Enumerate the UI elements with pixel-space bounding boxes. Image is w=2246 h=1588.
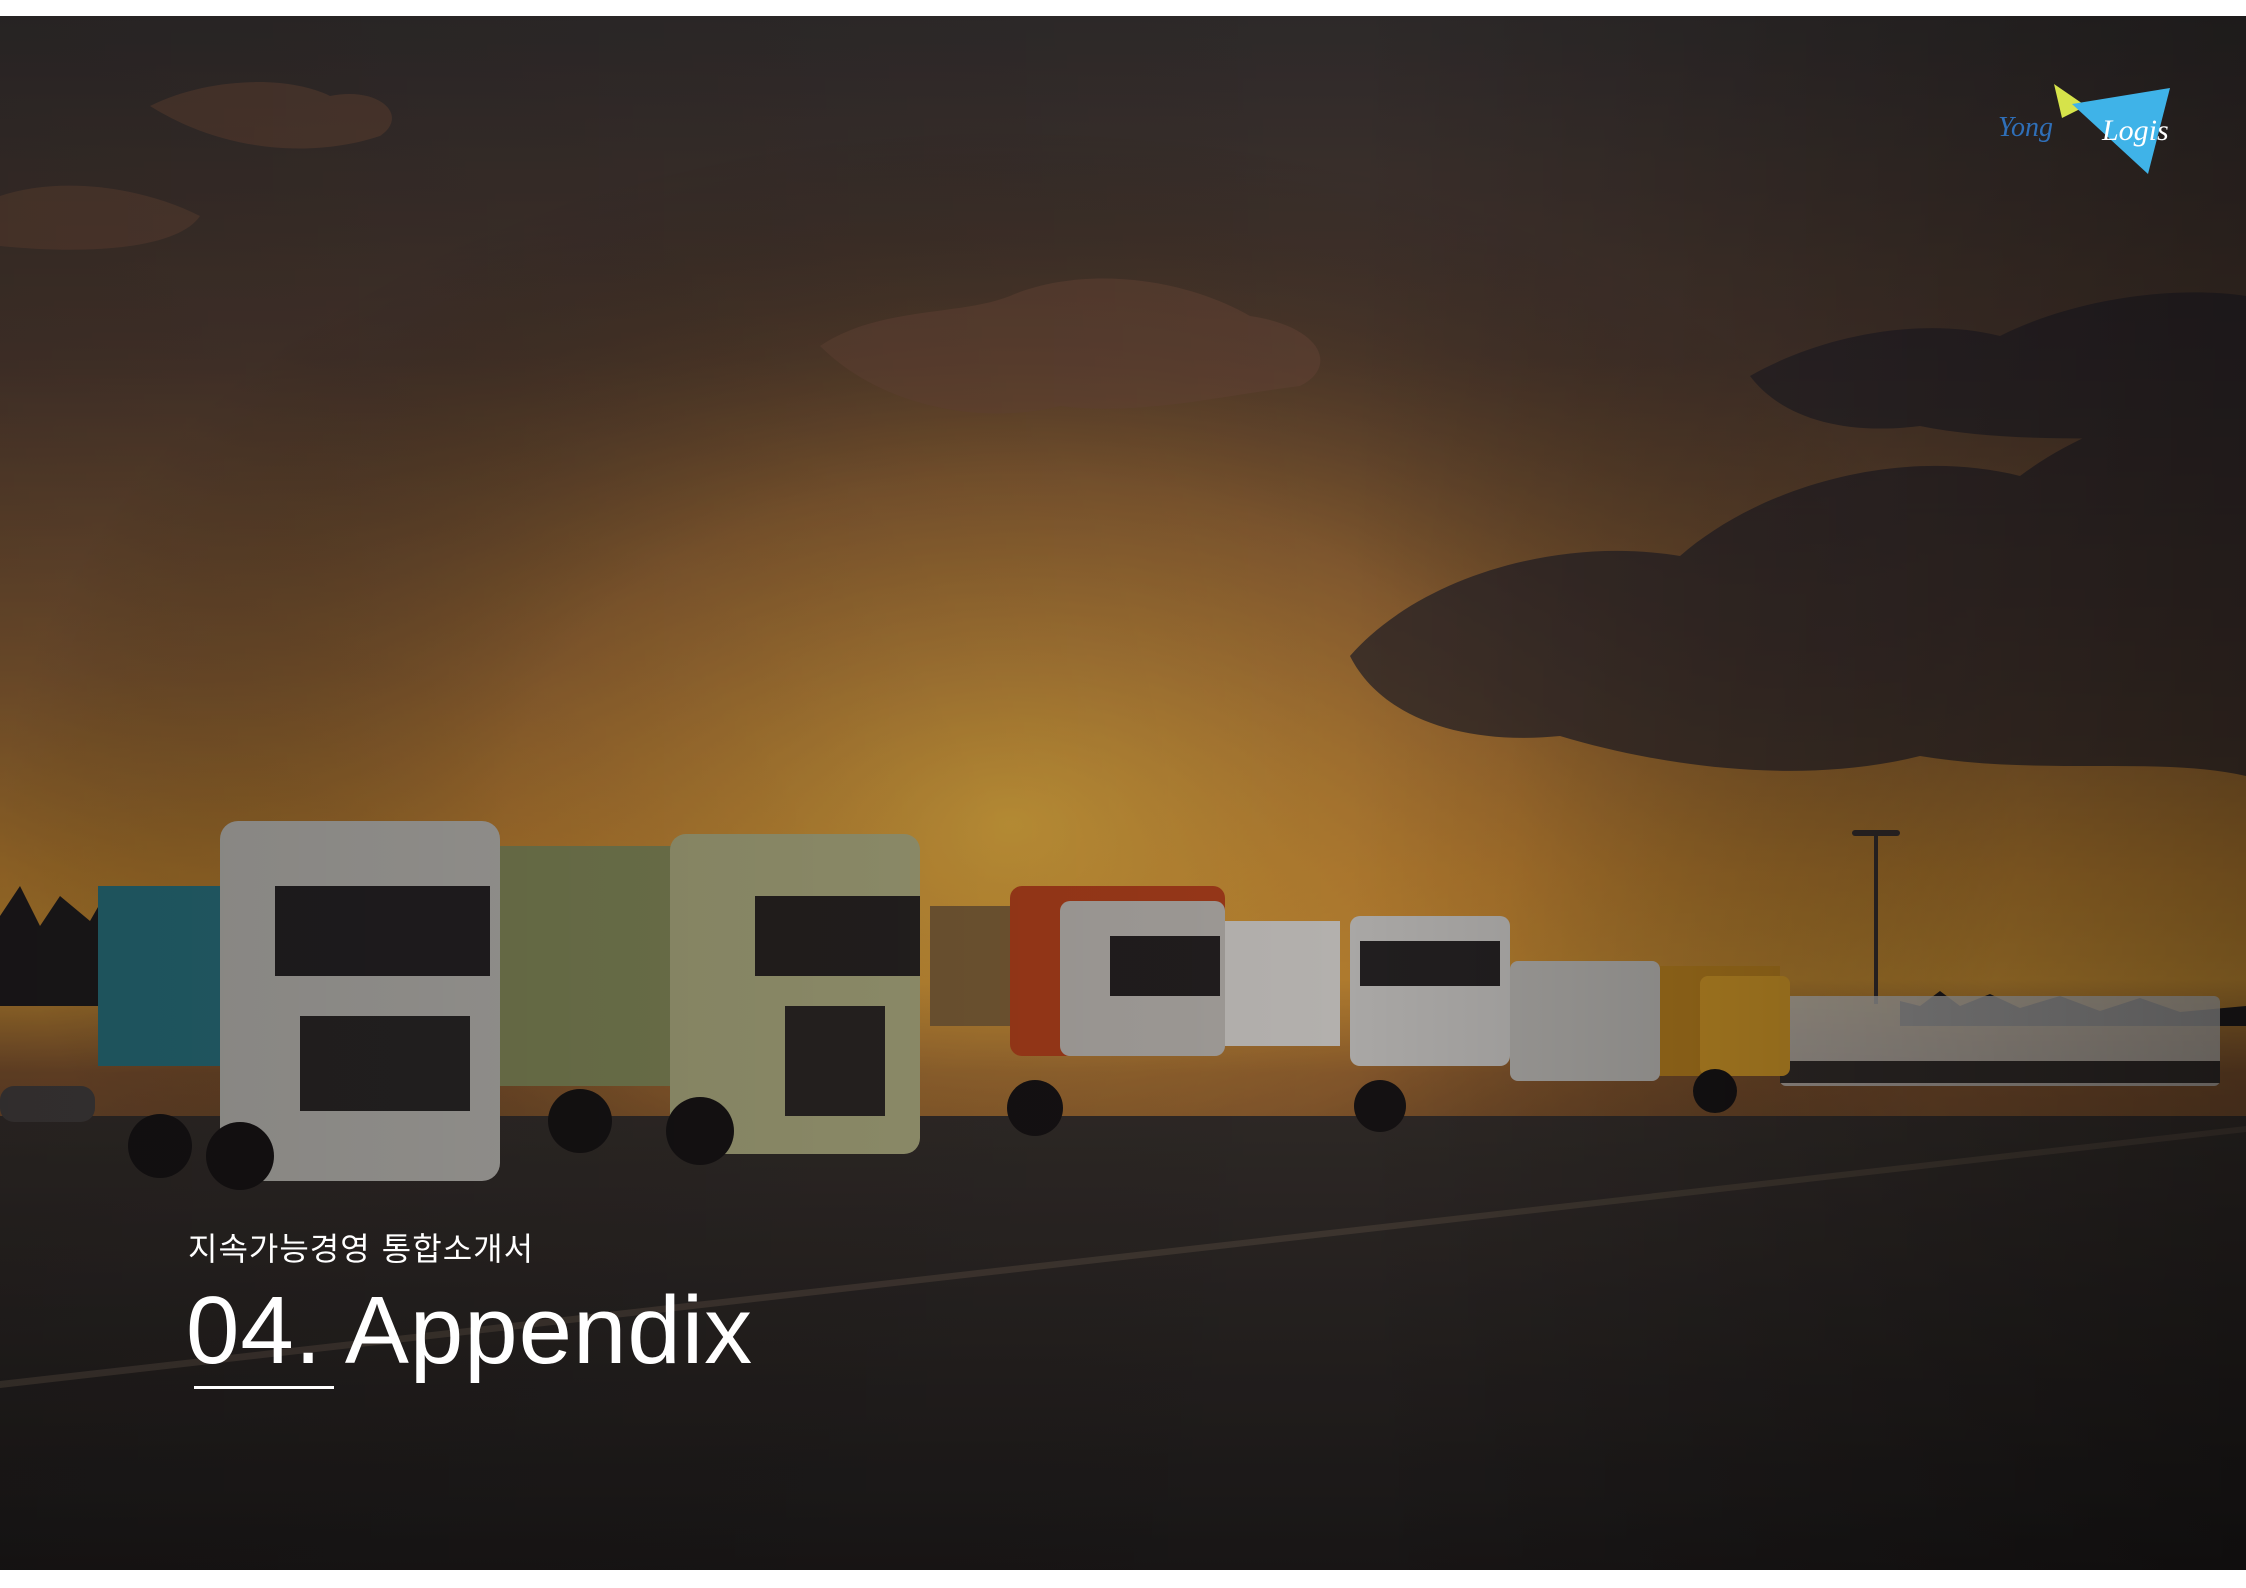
cover-subtitle: 지속가능경영 통합소개서	[188, 1230, 535, 1268]
title-underline	[194, 1386, 334, 1389]
logo-text-yong: Yong	[1998, 112, 2053, 143]
logo-text-logis: Logis	[2101, 114, 2169, 147]
cover-page: Yong Logis 지속가능경영 통합소개서 04. Appendix	[0, 16, 2246, 1570]
section-title: 04. Appendix	[186, 1277, 754, 1384]
yong-logis-logo: Yong Logis	[1998, 84, 2170, 174]
